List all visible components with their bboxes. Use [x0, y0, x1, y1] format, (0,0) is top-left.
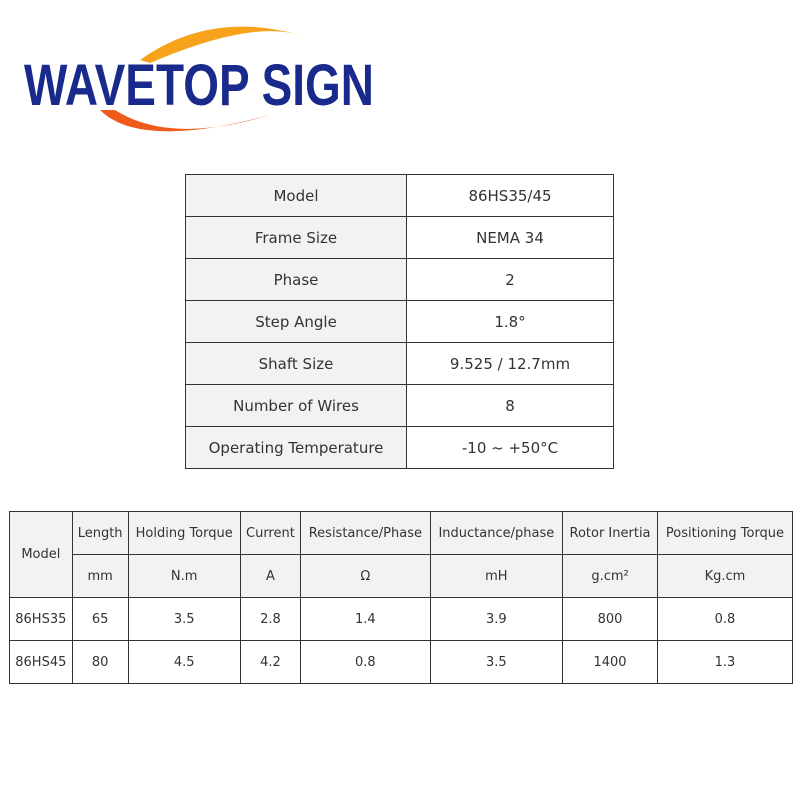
units-row: mm N.m A Ω mH g.cm² Kg.cm [10, 554, 794, 598]
spec-table: Model 86HS35/45 Frame Size NEMA 34 Phase 2 Ste… [185, 174, 614, 469]
spec-label: Shaft Size [185, 342, 407, 385]
spec-row: Frame Size NEMA 34 [185, 216, 614, 259]
header-cell: Resistance/Phase [300, 511, 431, 555]
header-cell: Holding Torque [127, 511, 241, 555]
unit-cell: mH [429, 554, 564, 598]
spec-value: 86HS35/45 [406, 174, 614, 217]
table-cell: 800 [562, 597, 658, 641]
table-cell: 1.3 [656, 640, 794, 684]
unit-cell: Kg.cm [656, 554, 794, 598]
header-cell: Current [239, 511, 302, 555]
spec-value: 1.8° [406, 300, 614, 343]
table-cell: 4.2 [239, 640, 302, 684]
unit-cell: A [239, 554, 302, 598]
spec-label: Number of Wires [185, 384, 407, 427]
header-cell: Inductance/phase [429, 511, 564, 555]
spec-label: Frame Size [185, 216, 407, 259]
wavetop-sign-logo: WAVETOP SIGN [24, 26, 374, 132]
table-row: 86HS45 80 4.5 4.2 0.8 3.5 1400 1.3 [9, 640, 794, 684]
spec-row: Operating Temperature -10 ~ +50°C [185, 426, 614, 469]
table-cell: 3.5 [429, 640, 564, 684]
header-row: Model Length Holding Torque Current Resi… [9, 511, 794, 598]
table-row: 86HS35 65 3.5 2.8 1.4 3.9 800 0.8 [9, 597, 794, 641]
header-cell: Length [71, 511, 129, 555]
table-cell: 86HS45 [9, 640, 73, 684]
spec-label: Step Angle [185, 300, 407, 343]
spec-row: Number of Wires 8 [185, 384, 614, 427]
table-cell: 4.5 [127, 640, 241, 684]
spec-value: NEMA 34 [406, 216, 614, 259]
performance-table: Model Length Holding Torque Current Resi… [9, 511, 794, 684]
table-cell: 86HS35 [9, 597, 73, 641]
unit-cell: g.cm² [562, 554, 658, 598]
spec-row: Step Angle 1.8° [185, 300, 614, 343]
spec-row: Model 86HS35/45 [185, 174, 614, 217]
spec-label: Operating Temperature [185, 426, 407, 469]
model-header: Model [9, 511, 73, 598]
spec-value: 9.525 / 12.7mm [406, 342, 614, 385]
unit-cell: Ω [300, 554, 431, 598]
spec-row: Shaft Size 9.525 / 12.7mm [185, 342, 614, 385]
header-cell: Rotor Inertia [562, 511, 658, 555]
table-cell: 1400 [562, 640, 658, 684]
spec-value: 2 [406, 258, 614, 301]
unit-cell: mm [71, 554, 129, 598]
table-cell: 3.5 [127, 597, 241, 641]
table-cell: 80 [71, 640, 129, 684]
table-cell: 65 [71, 597, 129, 641]
svg-text:WAVETOP SIGN: WAVETOP SIGN [24, 53, 374, 118]
spec-value: -10 ~ +50°C [406, 426, 614, 469]
table-cell: 3.9 [429, 597, 564, 641]
spec-row: Phase 2 [185, 258, 614, 301]
table-cell: 0.8 [656, 597, 794, 641]
spec-label: Phase [185, 258, 407, 301]
table-cell: 2.8 [239, 597, 302, 641]
spec-label: Model [185, 174, 407, 217]
table-cell: 0.8 [300, 640, 431, 684]
header-cell: Positioning Torque [656, 511, 794, 555]
spec-value: 8 [406, 384, 614, 427]
table-cell: 1.4 [300, 597, 431, 641]
unit-cell: N.m [127, 554, 241, 598]
